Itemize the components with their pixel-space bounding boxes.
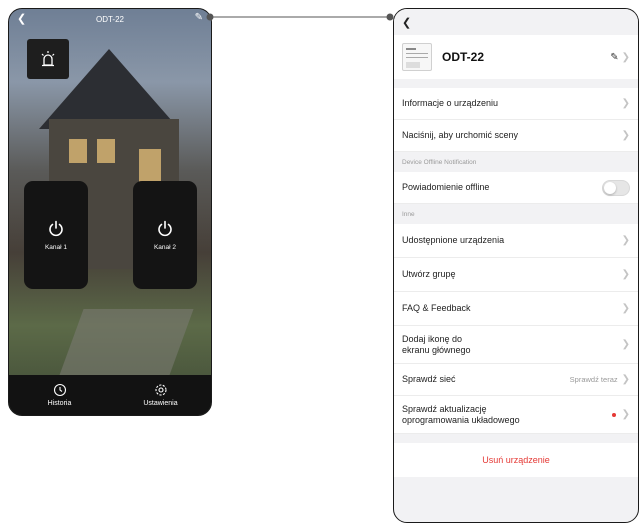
- row-label-line1: Dodaj ikonę do: [402, 333, 463, 344]
- settings-gear-icon: [154, 384, 167, 396]
- device-control-screen: ❮ ODT-22 ✎ Kanał 1 Kanał 2 Historia Usta…: [8, 8, 212, 416]
- row-label: Powiadomienie offline: [402, 182, 490, 192]
- screen-title: ODT-22: [95, 15, 124, 24]
- chevron-right-icon: ❯: [621, 51, 630, 63]
- device-name: ODT-22: [442, 50, 485, 64]
- power-icon: [158, 220, 172, 236]
- section-header-other: Inne: [394, 204, 638, 224]
- update-badge-dot: [611, 412, 616, 417]
- window: [97, 139, 115, 163]
- toggle-knob: [604, 181, 616, 194]
- nav-bar: ❮: [394, 9, 638, 35]
- device-info-row[interactable]: Informacje o urządzeniu ❯: [394, 88, 638, 120]
- remove-device-button[interactable]: Usuń urządzenie: [394, 443, 638, 477]
- window: [69, 139, 87, 163]
- tab-history[interactable]: Historia: [9, 375, 110, 415]
- power-icon: [49, 220, 63, 236]
- alarm-tile[interactable]: [27, 39, 69, 79]
- firmware-update-row[interactable]: Sprawdź aktualizację oprogramowania ukła…: [394, 396, 638, 434]
- device-thumbnail: [402, 43, 432, 71]
- device-settings-screen: ❮ ODT-22 ✎ ❯ Informacje o urządzeniu ❯ N…: [393, 8, 639, 523]
- faq-feedback-row[interactable]: FAQ & Feedback ❯: [394, 292, 638, 326]
- check-network-row[interactable]: Sprawdź sieć Sprawdź teraz ❯: [394, 364, 638, 396]
- channel-label: Kanał 1: [44, 243, 68, 251]
- tab-settings[interactable]: Ustawienia: [110, 375, 211, 415]
- alarm-light-icon: [41, 51, 55, 67]
- add-home-icon-row[interactable]: Dodaj ikonę do ekranu głównego ❯: [394, 326, 638, 364]
- connector-line: [206, 13, 394, 21]
- chevron-right-icon: ❯: [621, 269, 630, 280]
- tab-label: Historia: [47, 400, 72, 407]
- bottom-tab-bar: Historia Ustawienia: [9, 375, 211, 415]
- chevron-right-icon: ❯: [621, 98, 630, 109]
- section-header-offline: Device Offline Notification: [394, 152, 638, 172]
- row-label: Utwórz grupę: [402, 269, 456, 279]
- chevron-right-icon: ❯: [621, 303, 630, 314]
- tab-label: Ustawienia: [143, 400, 178, 407]
- row-label: FAQ & Feedback: [402, 303, 471, 313]
- chevron-right-icon: ❯: [621, 374, 630, 385]
- shared-devices-row[interactable]: Udostępnione urządzenia ❯: [394, 224, 638, 258]
- channel-1-button[interactable]: Kanał 1: [24, 181, 88, 289]
- scenes-row[interactable]: Naciśnij, aby urchomić sceny ❯: [394, 120, 638, 152]
- chevron-right-icon: ❯: [621, 409, 630, 420]
- chevron-right-icon: ❯: [621, 339, 630, 350]
- offline-notification-row: Powiadomienie offline: [394, 172, 638, 204]
- check-now-link[interactable]: Sprawdź teraz: [570, 375, 618, 384]
- device-header: ODT-22 ✎ ❯: [394, 35, 638, 79]
- back-icon[interactable]: ❮: [402, 16, 411, 29]
- row-label: Informacje o urządzeniu: [402, 98, 499, 108]
- row-label: Udostępnione urządzenia: [402, 235, 505, 245]
- row-label: Naciśnij, aby urchomić sceny: [402, 130, 519, 140]
- channel-label: Kanał 2: [153, 243, 177, 251]
- history-icon: [53, 383, 66, 397]
- row-label: Sprawdź sieć: [402, 374, 456, 384]
- canvas: ❮ ODT-22 ✎ Kanał 1 Kanał 2 Historia Usta…: [0, 0, 642, 527]
- create-group-row[interactable]: Utwórz grupę ❯: [394, 258, 638, 292]
- row-label-line1: Sprawdź aktualizację: [402, 403, 487, 414]
- chevron-right-icon: ❯: [621, 235, 630, 246]
- row-label-line2: oprogramowania układowego: [402, 414, 520, 425]
- channel-2-button[interactable]: Kanał 2: [133, 181, 197, 289]
- edit-icon[interactable]: ✎: [610, 52, 618, 63]
- offline-notification-toggle[interactable]: [602, 179, 630, 196]
- edit-icon[interactable]: ✎: [195, 12, 203, 23]
- row-label-line2: ekranu głównego: [402, 344, 471, 355]
- row-label: Sprawdź aktualizację oprogramowania ukła…: [402, 404, 612, 426]
- row-label: Dodaj ikonę do ekranu głównego: [402, 334, 622, 356]
- chevron-right-icon: ❯: [621, 130, 630, 141]
